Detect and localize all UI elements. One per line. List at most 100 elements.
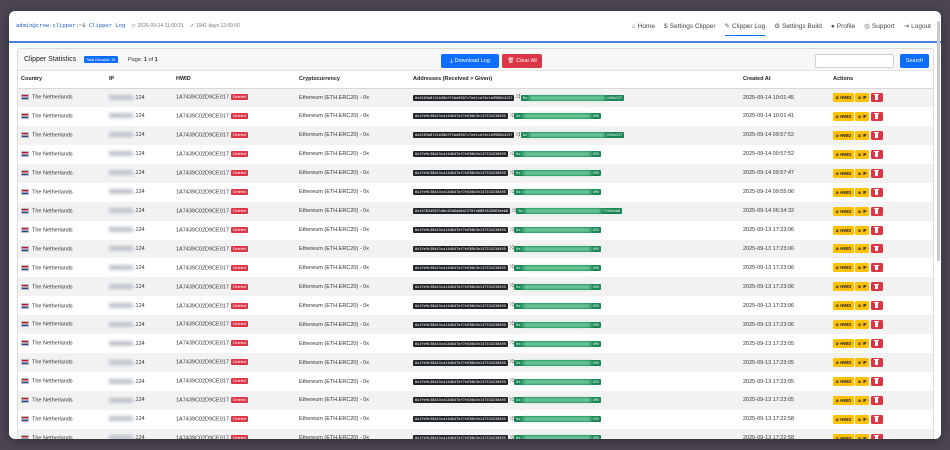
- table-row: The Netherlands .124 1A7439C02D9CE017 Delet…: [18, 88, 933, 107]
- ban-hwid-label: HWID: [840, 151, 852, 157]
- table-row: The Netherlands .124 1A7439C02D9CE017 Delet…: [18, 221, 933, 240]
- delete-row-button[interactable]: [870, 263, 883, 273]
- ban-ip-button[interactable]: ⊘ IP: [855, 168, 870, 178]
- delete-row-button[interactable]: [870, 320, 883, 330]
- delete-row-button[interactable]: [870, 433, 883, 439]
- delete-row-button[interactable]: [870, 414, 883, 424]
- delete-row-button[interactable]: [870, 244, 883, 254]
- given-address-redacted: [522, 322, 591, 327]
- ip-redacted: [109, 189, 133, 195]
- delete-row-button[interactable]: [870, 168, 883, 178]
- ban-hwid-button[interactable]: ⊘ HWID: [833, 93, 854, 103]
- delete-row-button[interactable]: [870, 111, 883, 121]
- ban-hwid-button[interactable]: ⊘ HWID: [833, 282, 854, 292]
- country-cell: The Netherlands: [18, 277, 106, 297]
- ban-hwid-button[interactable]: ⊘ HWID: [833, 206, 854, 216]
- ban-hwid-button[interactable]: ⊘ HWID: [833, 320, 854, 330]
- addresses-cell: 0x0165a8f41b58dff1be0507c7ee1cdf4e1a9988…: [410, 88, 740, 107]
- ban-ip-button[interactable]: ⊘ IP: [855, 320, 870, 330]
- ban-ip-button[interactable]: ⊘ IP: [855, 225, 870, 235]
- delete-row-button[interactable]: [870, 339, 883, 349]
- search-button[interactable]: Search: [900, 54, 929, 68]
- ban-hwid-button[interactable]: ⊘ HWID: [833, 130, 854, 140]
- nav-item-settings-build[interactable]: ⚙ Settings Build: [774, 16, 822, 36]
- country-cell: The Netherlands: [18, 125, 106, 145]
- received-address: 0x2fe9c38b15ca14d847bf7e530b3e1473342384…: [413, 227, 508, 234]
- given-address: 0x 495: [514, 283, 602, 290]
- created-at-value: 2025-09-13 17:22:58: [743, 435, 795, 439]
- ban-hwid-button[interactable]: ⊘ HWID: [833, 111, 854, 121]
- ban-ip-button[interactable]: ⊘ IP: [855, 244, 870, 254]
- page-scrollbar[interactable]: [937, 21, 940, 261]
- delete-row-button[interactable]: [870, 187, 883, 197]
- ip-cell: .124: [106, 107, 173, 126]
- shuffle-icon: ⤨: [508, 188, 514, 195]
- ban-ip-button[interactable]: ⊘ IP: [855, 339, 870, 349]
- ban-ip-label: IP: [862, 360, 867, 366]
- ban-hwid-button[interactable]: ⊘ HWID: [833, 377, 854, 387]
- ban-hwid-button[interactable]: ⊘ HWID: [833, 149, 854, 159]
- ban-hwid-button[interactable]: ⊘ HWID: [833, 263, 854, 273]
- ip-suffix: .124: [134, 245, 145, 252]
- delete-row-button[interactable]: [870, 395, 883, 405]
- country-name: The Netherlands: [32, 265, 73, 272]
- delete-row-button[interactable]: [870, 93, 883, 103]
- ban-ip-button[interactable]: ⊘ IP: [855, 206, 870, 216]
- ban-ip-label: IP: [862, 379, 867, 385]
- ban-hwid-button[interactable]: ⊘ HWID: [833, 187, 854, 197]
- hwid-value: 1A7439C02D9CE017: [176, 378, 229, 385]
- hwid-value: 1A7439C02D9CE017: [176, 246, 229, 253]
- clear-all-button[interactable]: 🗑 Clear All: [502, 54, 542, 68]
- crypto-cell: Ethereum (ETH.ERC20) - 0x: [296, 183, 410, 202]
- ip-redacted: [109, 397, 133, 403]
- ban-hwid-button[interactable]: ⊘ HWID: [833, 358, 854, 368]
- ban-hwid-button[interactable]: ⊘ HWID: [833, 433, 854, 439]
- table-row: The Netherlands .124 1A7439C02D9CE017 Delet…: [18, 296, 933, 315]
- download-log-button[interactable]: ⤓ Download Log: [441, 54, 499, 68]
- actions-cell: ⊘ HWID ⊘ IP: [830, 125, 933, 145]
- ban-hwid-button[interactable]: ⊘ HWID: [833, 244, 854, 254]
- ban-ip-button[interactable]: ⊘ IP: [855, 414, 870, 424]
- ban-ip-button[interactable]: ⊘ IP: [855, 93, 870, 103]
- addresses-cell: 0x2fe9c38b15ca14d847bf7e530b3e1473342384…: [410, 391, 740, 410]
- nav-item-settings-clipper[interactable]: $ Settings Clipper: [664, 16, 716, 36]
- ban-ip-button[interactable]: ⊘ IP: [855, 111, 870, 121]
- ban-ip-button[interactable]: ⊘ IP: [855, 358, 870, 368]
- delete-row-button[interactable]: [870, 130, 883, 140]
- ban-ip-button[interactable]: ⊘ IP: [855, 187, 870, 197]
- ban-ip-button[interactable]: ⊘ IP: [855, 395, 870, 405]
- ban-ip-button[interactable]: ⊘ IP: [855, 433, 870, 439]
- delete-row-button[interactable]: [870, 358, 883, 368]
- ban-ip-button[interactable]: ⊘ IP: [855, 263, 870, 273]
- ban-hwid-button[interactable]: ⊘ HWID: [833, 301, 854, 311]
- nav-item-logout[interactable]: ⇥ Logout: [904, 16, 931, 36]
- search-input[interactable]: [815, 54, 894, 68]
- given-address: 0x 495: [514, 264, 602, 271]
- ban-hwid-button[interactable]: ⊘ HWID: [833, 225, 854, 235]
- nav-item-profile[interactable]: ● Profile: [831, 16, 855, 36]
- ban-ip-button[interactable]: ⊘ IP: [855, 282, 870, 292]
- ban-hwid-button[interactable]: ⊘ HWID: [833, 395, 854, 405]
- nav-item-clipper-log[interactable]: ✎ Clipper Log: [724, 16, 765, 36]
- delete-row-button[interactable]: [870, 225, 883, 235]
- ban-ip-button[interactable]: ⊘ IP: [855, 301, 870, 311]
- ban-ip-button[interactable]: ⊘ IP: [855, 130, 870, 140]
- delete-row-button[interactable]: [870, 149, 883, 159]
- created-at-value: 2025-09-13 17:23:06: [743, 245, 795, 252]
- netherlands-flag-icon: [21, 188, 29, 195]
- delete-row-button[interactable]: [870, 301, 883, 311]
- given-address-redacted: [522, 152, 591, 157]
- ban-ip-button[interactable]: ⊘ IP: [855, 377, 870, 387]
- delete-row-button[interactable]: [870, 282, 883, 292]
- ban-hwid-button[interactable]: ⊘ HWID: [833, 414, 854, 424]
- given-address-suffix: 495: [592, 360, 600, 365]
- ban-hwid-button[interactable]: ⊘ HWID: [833, 168, 854, 178]
- ban-hwid-label: HWID: [840, 113, 852, 119]
- delete-row-button[interactable]: [870, 377, 883, 387]
- ban-hwid-button[interactable]: ⊘ HWID: [833, 339, 854, 349]
- nav-item-home[interactable]: ⌂ Home: [632, 16, 655, 36]
- ban-ip-button[interactable]: ⊘ IP: [855, 149, 870, 159]
- delete-row-button[interactable]: [870, 206, 883, 216]
- nav-item-support[interactable]: ◎ Support: [864, 16, 894, 36]
- ip-cell: .124: [106, 410, 173, 429]
